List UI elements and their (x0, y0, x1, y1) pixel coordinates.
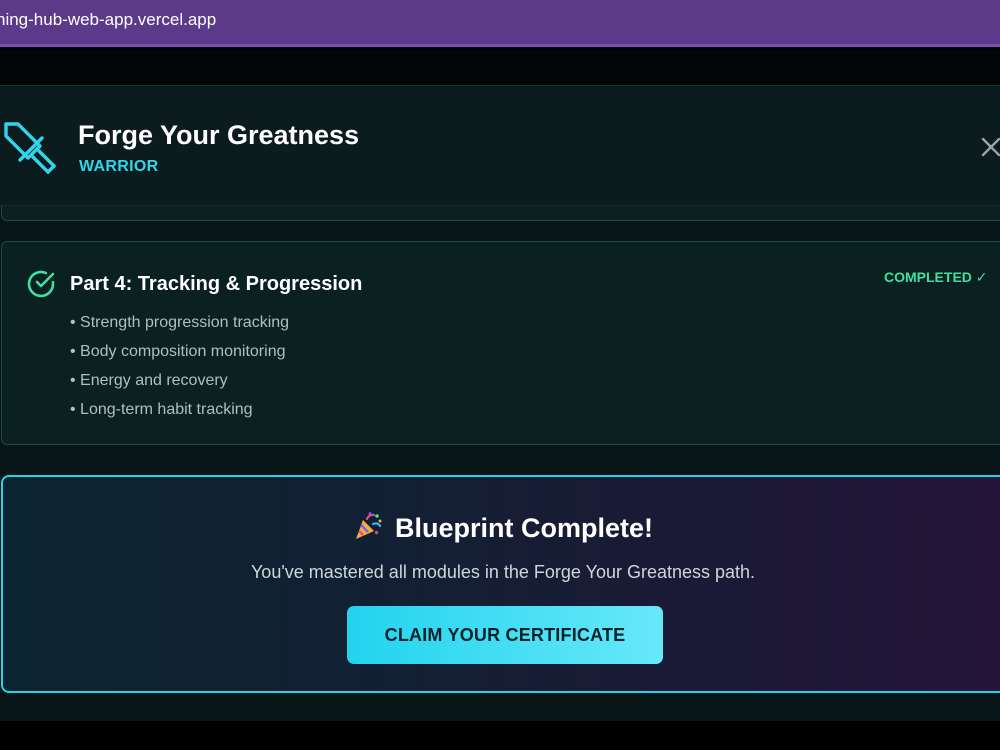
completion-panel: Blueprint Complete! You've mastered all … (1, 475, 1000, 693)
browser-address-bar[interactable]: ning-hub-web-app.vercel.app (0, 0, 1000, 47)
close-icon[interactable] (978, 134, 1000, 160)
completion-heading: Blueprint Complete! (3, 511, 1000, 544)
completion-title: Blueprint Complete! (394, 513, 653, 543)
check-circle-icon (27, 270, 55, 298)
modal-header: Forge Your Greatness WARRIOR (0, 86, 1000, 206)
party-popper-icon (355, 512, 382, 539)
module-card-part-4[interactable]: Part 4: Tracking & Progression COMPLETED… (1, 241, 1000, 445)
modal-subtitle: WARRIOR (79, 158, 159, 175)
url-text[interactable]: ning-hub-web-app.vercel.app (0, 10, 216, 30)
status-badge: COMPLETED ✓ (884, 269, 988, 285)
list-item: • Long-term habit tracking (70, 401, 253, 418)
claim-certificate-button[interactable]: CLAIM YOUR CERTIFICATE (347, 606, 663, 664)
list-item: • Body composition monitoring (70, 343, 286, 360)
module-title: Part 4: Tracking & Progression (70, 273, 363, 295)
page-background (0, 50, 1000, 85)
list-item: • Strength progression tracking (70, 314, 290, 331)
modal-title: Forge Your Greatness (78, 120, 360, 150)
completion-message: You've mastered all modules in the Forge… (250, 562, 756, 582)
course-modal: Forge Your Greatness WARRIOR Part 4: Tra… (0, 85, 1000, 721)
topic-list: • Strength progression tracking • Body c… (70, 313, 289, 429)
list-item: • Energy and recovery (70, 372, 228, 389)
sword-icon (4, 122, 56, 174)
